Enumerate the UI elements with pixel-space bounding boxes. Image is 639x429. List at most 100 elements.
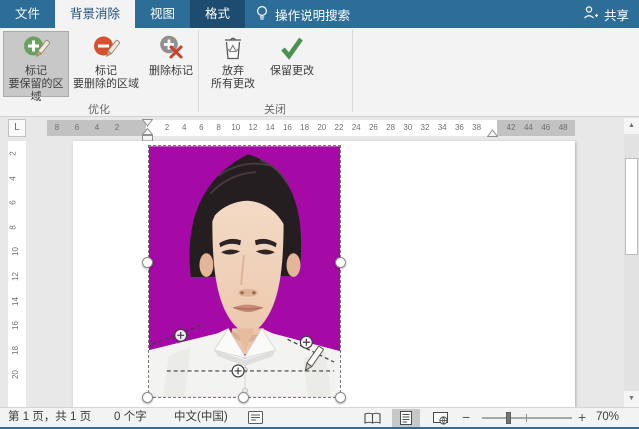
mark-areas-to-remove-button[interactable]: 标记 要删除的区域 xyxy=(70,32,142,96)
ruler-tick-number: 8 xyxy=(55,123,59,132)
zoom-slider[interactable] xyxy=(482,417,572,419)
mark-remove-icon xyxy=(92,34,120,62)
button-label-line: 保留更改 xyxy=(270,65,314,78)
selection-handle-bottom-center[interactable] xyxy=(238,392,249,403)
ruler-tick-number: 6 xyxy=(9,200,18,204)
ruler-tick-number: 16 xyxy=(283,123,292,132)
ruler-tick-number: 24 xyxy=(352,123,361,132)
ruler-tick-number: 4 xyxy=(182,123,186,132)
ribbon: 标记 要保留的区域 标记 要删除的区域 xyxy=(0,28,639,117)
selection-handle-bottom-left[interactable] xyxy=(142,392,153,403)
ruler-tick-number: 4 xyxy=(95,123,99,132)
ribbon-tab-bar: 文件 背景消除 视图 格式 操作说明搜索 共享 xyxy=(0,0,639,28)
word-count-status[interactable]: 0 个字 xyxy=(114,408,147,427)
tab-file[interactable]: 文件 xyxy=(0,0,55,28)
group-separator xyxy=(198,30,199,112)
language-status[interactable]: 中文(中国) xyxy=(174,408,228,427)
button-label-line: 标记 xyxy=(25,65,47,78)
print-layout-view-button[interactable] xyxy=(392,409,420,427)
discard-changes-icon xyxy=(220,34,246,62)
horizontal-ruler: 8642246810121416182022242628303234363842… xyxy=(47,120,575,136)
keep-changes-icon xyxy=(278,34,306,62)
ruler-tick-number: 22 xyxy=(335,123,344,132)
right-indent-marker[interactable] xyxy=(487,129,498,137)
ruler-tick-number: 20 xyxy=(11,370,20,379)
photo-background-removal-preview[interactable] xyxy=(148,145,341,398)
ruler-tick-number: 18 xyxy=(11,346,20,355)
discard-all-changes-button[interactable]: 放弃 所有更改 xyxy=(204,32,262,96)
scroll-up-arrow[interactable]: ▲ xyxy=(624,118,639,134)
word-background-removal-window: 文件 背景消除 视图 格式 操作说明搜索 共享 xyxy=(0,0,639,429)
button-label-line: 删除标记 xyxy=(149,65,193,78)
ruler-tick-number: 8 xyxy=(216,123,220,132)
button-label-line: 要删除的区域 xyxy=(73,78,139,91)
horizontal-ruler-row: L 86422468101214161820222426283032343638… xyxy=(0,117,639,141)
ruler-tick-number: 12 xyxy=(249,123,258,132)
share-label: 共享 xyxy=(604,5,629,24)
status-bar: 第 1 页，共 1 页 0 个字 中文(中国) − + 70% xyxy=(0,407,639,427)
delete-mark-button[interactable]: 删除标记 xyxy=(144,32,198,96)
ruler-tick-number: 8 xyxy=(9,225,18,229)
tell-me-search[interactable]: 操作说明搜索 xyxy=(245,0,360,28)
ruler-tick-number: 6 xyxy=(199,123,203,132)
zoom-slider-thumb[interactable] xyxy=(506,412,511,424)
ruler-tick-number: 32 xyxy=(421,123,430,132)
ruler-tick-number: 44 xyxy=(524,123,533,132)
ruler-tick-number: 38 xyxy=(472,123,481,132)
ruler-tick-number: 26 xyxy=(369,123,378,132)
web-layout-view-button[interactable] xyxy=(426,409,454,427)
left-indent-markers[interactable] xyxy=(142,119,153,142)
zoom-slider-notch xyxy=(526,414,527,422)
tab-format[interactable]: 格式 xyxy=(190,0,245,28)
zoom-level[interactable]: 70% xyxy=(596,408,619,427)
ruler-tick-number: 42 xyxy=(507,123,516,132)
group-label-refine: 优化 xyxy=(59,101,139,117)
keep-changes-button[interactable]: 保留更改 xyxy=(262,32,322,96)
ruler-tick-number: 48 xyxy=(559,123,568,132)
button-label-line: 放弃 xyxy=(222,65,244,78)
ruler-tick-number: 28 xyxy=(386,123,395,132)
scroll-down-arrow[interactable]: ▼ xyxy=(624,391,639,407)
group-separator xyxy=(352,30,353,112)
ruler-tick-number: 4 xyxy=(9,176,18,180)
group-label-close: 关闭 xyxy=(235,101,315,117)
tell-me-label: 操作说明搜索 xyxy=(275,5,350,24)
zoom-out-button[interactable]: − xyxy=(462,408,470,427)
scrollbar-thumb[interactable] xyxy=(625,158,638,255)
mark-keep-icon xyxy=(22,34,50,62)
page-count-status[interactable]: 第 1 页，共 1 页 xyxy=(8,408,91,427)
ruler-tick-number: 14 xyxy=(11,297,20,306)
ruler-tick-number: 20 xyxy=(317,123,326,132)
tab-view[interactable]: 视图 xyxy=(135,0,190,28)
portrait-photo xyxy=(149,146,340,397)
ruler-tick-number: 18 xyxy=(300,123,309,132)
vertical-scrollbar[interactable]: ▲ ▼ xyxy=(624,117,639,407)
selection-handle-right[interactable] xyxy=(335,257,346,268)
button-label-line: 所有更改 xyxy=(211,78,255,91)
selection-handle-bottom-right[interactable] xyxy=(335,392,346,403)
lightbulb-icon xyxy=(255,5,269,24)
selection-handle-left[interactable] xyxy=(142,257,153,268)
ruler-tick-number: 2 xyxy=(115,123,119,132)
vertical-ruler: 2 4 6 8 10 12 14 16 18 20 xyxy=(8,141,26,407)
button-label-line: 标记 xyxy=(95,65,117,78)
mark-areas-to-keep-button[interactable]: 标记 要保留的区域 xyxy=(4,32,68,96)
read-mode-view-button[interactable] xyxy=(358,409,386,427)
share-button[interactable]: 共享 xyxy=(583,0,629,28)
ruler-tick-number: 12 xyxy=(11,272,20,281)
tab-background-removal[interactable]: 背景消除 xyxy=(55,0,135,28)
ruler-tick-number: 14 xyxy=(266,123,275,132)
ruler-tick-number: 46 xyxy=(541,123,550,132)
ruler-tick-number: 36 xyxy=(455,123,464,132)
delete-mark-icon xyxy=(157,34,185,62)
ruler-tick-number: 10 xyxy=(11,247,20,256)
ruler-tick-number: 6 xyxy=(75,123,79,132)
ruler-tick-number: 2 xyxy=(165,123,169,132)
ruler-tick-number: 2 xyxy=(9,151,18,155)
zoom-in-button[interactable]: + xyxy=(578,408,586,427)
ruler-tick-number: 10 xyxy=(231,123,240,132)
ruler-tick-number: 16 xyxy=(11,321,20,330)
ruler-tick-number: 34 xyxy=(438,123,447,132)
ruler-tick-number: 30 xyxy=(403,123,412,132)
tab-stop-selector[interactable]: L xyxy=(8,119,26,137)
